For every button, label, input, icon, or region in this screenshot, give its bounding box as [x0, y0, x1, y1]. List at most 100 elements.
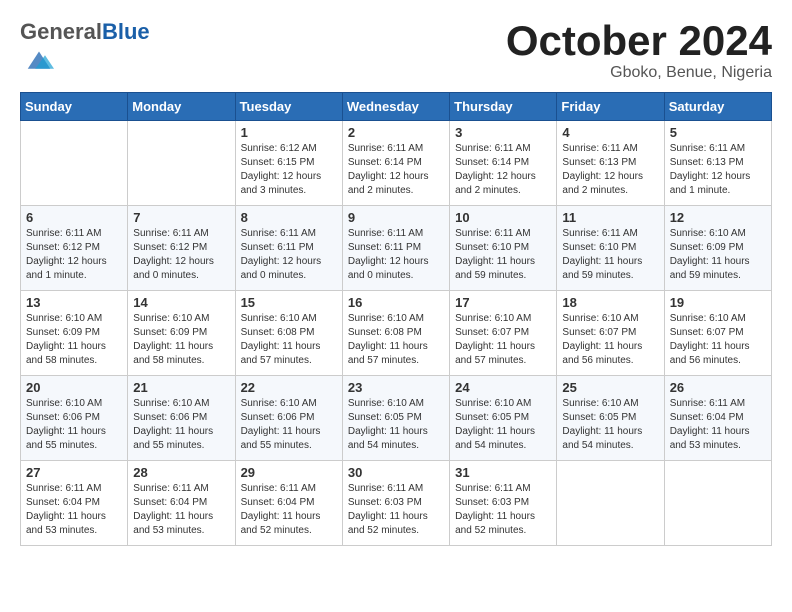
- day-info: Sunrise: 6:10 AM Sunset: 6:07 PM Dayligh…: [670, 312, 766, 368]
- day-info: Sunrise: 6:11 AM Sunset: 6:04 PM Dayligh…: [670, 397, 766, 453]
- calendar-cell: 27Sunrise: 6:11 AM Sunset: 6:04 PM Dayli…: [21, 461, 128, 546]
- logo-general-text: General: [20, 19, 102, 44]
- calendar-week-row: 6Sunrise: 6:11 AM Sunset: 6:12 PM Daylig…: [21, 206, 772, 291]
- day-info: Sunrise: 6:11 AM Sunset: 6:13 PM Dayligh…: [670, 142, 766, 198]
- calendar-cell: 22Sunrise: 6:10 AM Sunset: 6:06 PM Dayli…: [235, 376, 342, 461]
- day-info: Sunrise: 6:10 AM Sunset: 6:09 PM Dayligh…: [133, 312, 229, 368]
- day-info: Sunrise: 6:11 AM Sunset: 6:10 PM Dayligh…: [455, 227, 551, 283]
- calendar-cell: 19 Sunrise: 6:10 AM Sunset: 6:07 PM Dayli…: [664, 291, 771, 376]
- day-number: 17: [455, 295, 551, 310]
- calendar-cell: 21Sunrise: 6:10 AM Sunset: 6:06 PM Dayli…: [128, 376, 235, 461]
- calendar-cell: 2 Sunrise: 6:11 AM Sunset: 6:14 PM Daylig…: [342, 121, 449, 206]
- day-number: 7: [133, 210, 229, 225]
- calendar-cell: 29Sunrise: 6:11 AM Sunset: 6:04 PM Dayli…: [235, 461, 342, 546]
- day-info: Sunrise: 6:11 AM Sunset: 6:11 PM Dayligh…: [348, 227, 444, 283]
- day-info: Sunrise: 6:10 AM Sunset: 6:05 PM Dayligh…: [348, 397, 444, 453]
- calendar-cell: 18 Sunrise: 6:10 AM Sunset: 6:07 PM Dayli…: [557, 291, 664, 376]
- day-info: Sunrise: 6:11 AM Sunset: 6:14 PM Dayligh…: [348, 142, 444, 198]
- calendar-week-row: 27Sunrise: 6:11 AM Sunset: 6:04 PM Dayli…: [21, 461, 772, 546]
- day-info: Sunrise: 6:11 AM Sunset: 6:14 PM Dayligh…: [455, 142, 551, 198]
- calendar-cell: [128, 121, 235, 206]
- day-info: Sunrise: 6:11 AM Sunset: 6:04 PM Dayligh…: [133, 482, 229, 538]
- month-title: October 2024: [506, 20, 772, 62]
- day-info: Sunrise: 6:10 AM Sunset: 6:05 PM Dayligh…: [562, 397, 658, 453]
- day-info: Sunrise: 6:12 AM Sunset: 6:15 PM Dayligh…: [241, 142, 337, 198]
- day-info: Sunrise: 6:10 AM Sunset: 6:07 PM Dayligh…: [455, 312, 551, 368]
- day-info: Sunrise: 6:10 AM Sunset: 6:06 PM Dayligh…: [26, 397, 122, 453]
- day-number: 16: [348, 295, 444, 310]
- weekday-header: Monday: [128, 93, 235, 121]
- day-number: 25: [562, 380, 658, 395]
- calendar-cell: 24 Sunrise: 6:10 AM Sunset: 6:05 PM Dayli…: [450, 376, 557, 461]
- day-info: Sunrise: 6:10 AM Sunset: 6:09 PM Dayligh…: [670, 227, 766, 283]
- logo-blue-text: Blue: [102, 19, 150, 44]
- day-number: 28: [133, 465, 229, 480]
- calendar-cell: 7Sunrise: 6:11 AM Sunset: 6:12 PM Daylig…: [128, 206, 235, 291]
- day-number: 26: [670, 380, 766, 395]
- calendar-cell: 9 Sunrise: 6:11 AM Sunset: 6:11 PM Daylig…: [342, 206, 449, 291]
- day-info: Sunrise: 6:11 AM Sunset: 6:11 PM Dayligh…: [241, 227, 337, 283]
- day-info: Sunrise: 6:10 AM Sunset: 6:08 PM Dayligh…: [241, 312, 337, 368]
- day-number: 31: [455, 465, 551, 480]
- day-number: 24: [455, 380, 551, 395]
- day-info: Sunrise: 6:11 AM Sunset: 6:03 PM Dayligh…: [455, 482, 551, 538]
- day-info: Sunrise: 6:10 AM Sunset: 6:06 PM Dayligh…: [241, 397, 337, 453]
- calendar-header-row: SundayMondayTuesdayWednesdayThursdayFrid…: [21, 93, 772, 121]
- day-info: Sunrise: 6:10 AM Sunset: 6:09 PM Dayligh…: [26, 312, 122, 368]
- calendar-cell: 26 Sunrise: 6:11 AM Sunset: 6:04 PM Dayli…: [664, 376, 771, 461]
- day-info: Sunrise: 6:11 AM Sunset: 6:12 PM Dayligh…: [26, 227, 122, 283]
- day-number: 18: [562, 295, 658, 310]
- logo: GeneralBlue: [20, 20, 150, 79]
- day-number: 2: [348, 125, 444, 140]
- calendar-cell: 10Sunrise: 6:11 AM Sunset: 6:10 PM Dayli…: [450, 206, 557, 291]
- day-number: 1: [241, 125, 337, 140]
- day-number: 8: [241, 210, 337, 225]
- day-info: Sunrise: 6:11 AM Sunset: 6:10 PM Dayligh…: [562, 227, 658, 283]
- calendar-cell: 17 Sunrise: 6:10 AM Sunset: 6:07 PM Dayli…: [450, 291, 557, 376]
- calendar-cell: 23 Sunrise: 6:10 AM Sunset: 6:05 PM Dayli…: [342, 376, 449, 461]
- calendar-cell: 25 Sunrise: 6:10 AM Sunset: 6:05 PM Dayli…: [557, 376, 664, 461]
- calendar-cell: 4 Sunrise: 6:11 AM Sunset: 6:13 PM Daylig…: [557, 121, 664, 206]
- day-number: 3: [455, 125, 551, 140]
- day-info: Sunrise: 6:10 AM Sunset: 6:07 PM Dayligh…: [562, 312, 658, 368]
- calendar-cell: 12Sunrise: 6:10 AM Sunset: 6:09 PM Dayli…: [664, 206, 771, 291]
- day-number: 9: [348, 210, 444, 225]
- day-number: 14: [133, 295, 229, 310]
- calendar-cell: 20Sunrise: 6:10 AM Sunset: 6:06 PM Dayli…: [21, 376, 128, 461]
- calendar-cell: 28 Sunrise: 6:11 AM Sunset: 6:04 PM Dayli…: [128, 461, 235, 546]
- calendar-cell: [557, 461, 664, 546]
- day-info: Sunrise: 6:11 AM Sunset: 6:03 PM Dayligh…: [348, 482, 444, 538]
- weekday-header: Tuesday: [235, 93, 342, 121]
- calendar-cell: [21, 121, 128, 206]
- calendar-cell: 13 Sunrise: 6:10 AM Sunset: 6:09 PM Dayli…: [21, 291, 128, 376]
- page-header: GeneralBlue October 2024 Gboko, Benue, N…: [20, 20, 772, 82]
- day-number: 19: [670, 295, 766, 310]
- calendar-cell: 3 Sunrise: 6:11 AM Sunset: 6:14 PM Daylig…: [450, 121, 557, 206]
- weekday-header: Saturday: [664, 93, 771, 121]
- calendar-table: SundayMondayTuesdayWednesdayThursdayFrid…: [20, 92, 772, 546]
- calendar-cell: 16Sunrise: 6:10 AM Sunset: 6:08 PM Dayli…: [342, 291, 449, 376]
- calendar-cell: 30 Sunrise: 6:11 AM Sunset: 6:03 PM Dayli…: [342, 461, 449, 546]
- day-info: Sunrise: 6:11 AM Sunset: 6:13 PM Dayligh…: [562, 142, 658, 198]
- title-block: October 2024 Gboko, Benue, Nigeria: [506, 20, 772, 82]
- day-number: 5: [670, 125, 766, 140]
- day-info: Sunrise: 6:11 AM Sunset: 6:04 PM Dayligh…: [26, 482, 122, 538]
- day-number: 30: [348, 465, 444, 480]
- day-number: 4: [562, 125, 658, 140]
- day-number: 23: [348, 380, 444, 395]
- calendar-cell: 14 Sunrise: 6:10 AM Sunset: 6:09 PM Dayli…: [128, 291, 235, 376]
- day-info: Sunrise: 6:10 AM Sunset: 6:06 PM Dayligh…: [133, 397, 229, 453]
- weekday-header: Friday: [557, 93, 664, 121]
- calendar-cell: 31 Sunrise: 6:11 AM Sunset: 6:03 PM Dayli…: [450, 461, 557, 546]
- weekday-header: Thursday: [450, 93, 557, 121]
- day-number: 11: [562, 210, 658, 225]
- day-info: Sunrise: 6:10 AM Sunset: 6:05 PM Dayligh…: [455, 397, 551, 453]
- weekday-header: Sunday: [21, 93, 128, 121]
- calendar-week-row: 13 Sunrise: 6:10 AM Sunset: 6:09 PM Dayli…: [21, 291, 772, 376]
- calendar-week-row: 20Sunrise: 6:10 AM Sunset: 6:06 PM Dayli…: [21, 376, 772, 461]
- calendar-cell: 11 Sunrise: 6:11 AM Sunset: 6:10 PM Dayli…: [557, 206, 664, 291]
- weekday-header: Wednesday: [342, 93, 449, 121]
- calendar-week-row: 1 Sunrise: 6:12 AM Sunset: 6:15 PM Daylig…: [21, 121, 772, 206]
- calendar-cell: 1 Sunrise: 6:12 AM Sunset: 6:15 PM Daylig…: [235, 121, 342, 206]
- day-number: 13: [26, 295, 122, 310]
